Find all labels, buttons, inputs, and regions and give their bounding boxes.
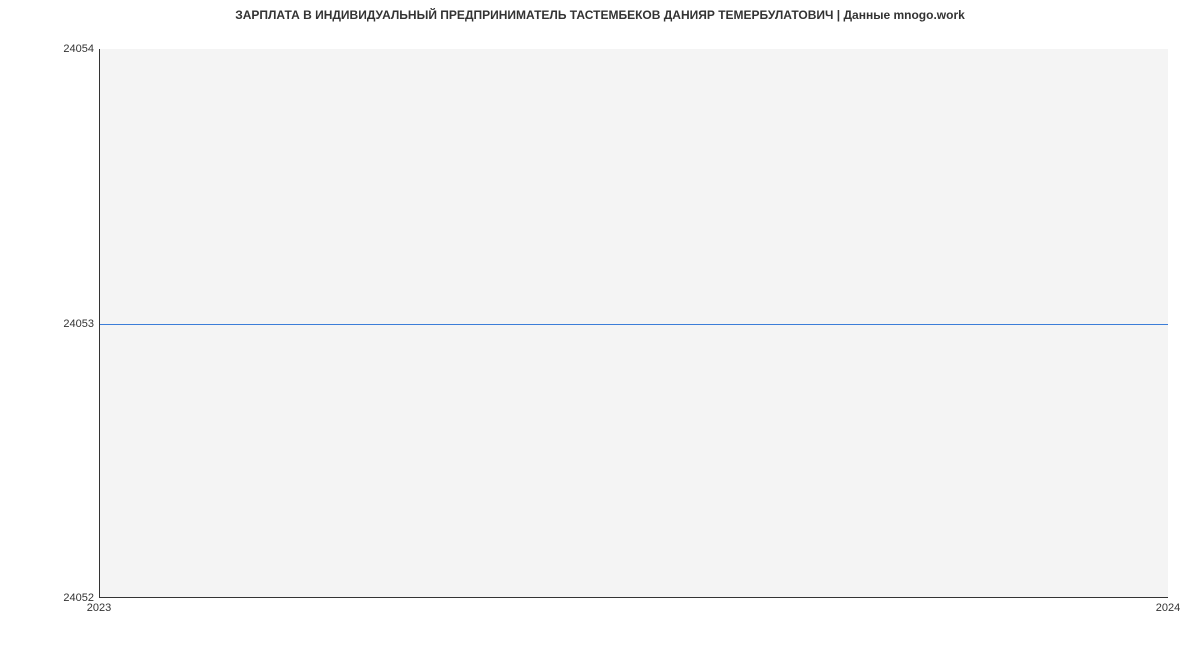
x-tick-2024: 2024 — [1156, 602, 1180, 614]
plot-area — [99, 49, 1168, 598]
data-line — [100, 324, 1168, 325]
chart-container: ЗАРПЛАТА В ИНДИВИДУАЛЬНЫЙ ПРЕДПРИНИМАТЕЛ… — [0, 0, 1200, 650]
y-tick-24053: 24053 — [63, 318, 94, 330]
x-tick-2023: 2023 — [87, 602, 111, 614]
chart-title: ЗАРПЛАТА В ИНДИВИДУАЛЬНЫЙ ПРЕДПРИНИМАТЕЛ… — [0, 8, 1200, 22]
y-tick-24054: 24054 — [63, 43, 94, 55]
